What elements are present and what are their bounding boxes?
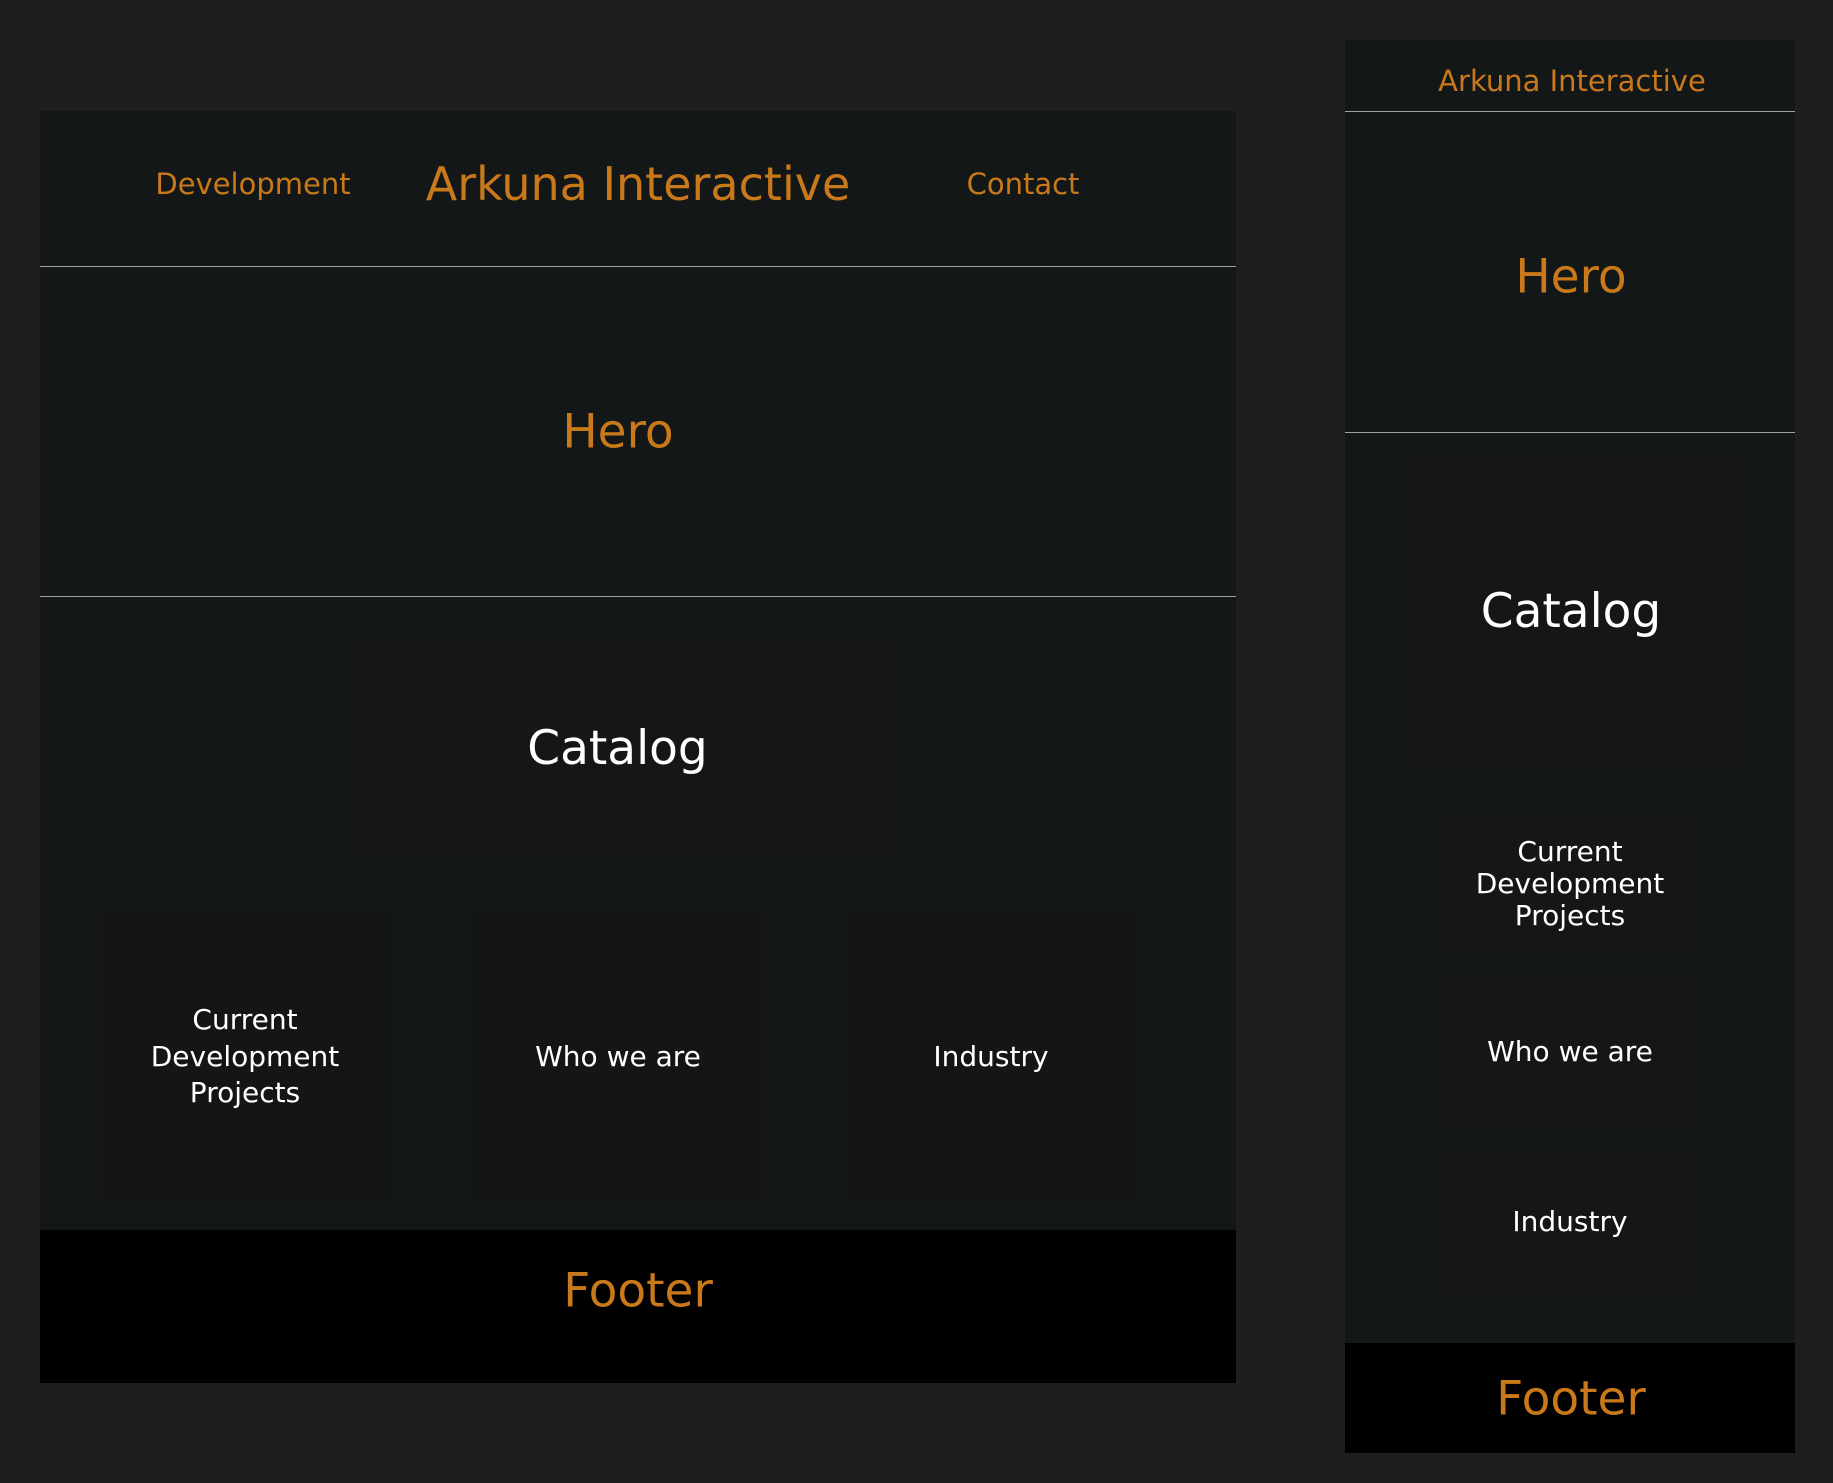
card-who-we-are[interactable]: Who we are	[473, 912, 763, 1202]
catalog-block[interactable]: Catalog	[345, 641, 890, 856]
footer-label: Footer	[563, 1263, 713, 1319]
hero-divider	[40, 596, 1236, 597]
nav-link-development[interactable]: Development	[155, 167, 350, 201]
card-who-we-are[interactable]: Who we are	[1442, 980, 1698, 1124]
brand-title[interactable]: Arkuna Interactive	[426, 157, 851, 211]
catalog-label: Catalog	[527, 721, 708, 776]
footer-label: Footer	[1496, 1371, 1646, 1427]
card-current-development-projects[interactable]: Current Development Projects	[1442, 815, 1698, 953]
footer-section: Footer	[1345, 1343, 1795, 1453]
brand-title[interactable]: Arkuna Interactive	[1438, 64, 1706, 98]
footer-section: Footer	[40, 1230, 1236, 1383]
mobile-frame: Arkuna Interactive Hero Catalog Current …	[1345, 40, 1795, 1453]
hero-label: Hero	[1515, 249, 1627, 305]
card-current-development-projects[interactable]: Current Development Projects	[100, 912, 390, 1202]
card-label: Who we are	[1487, 1034, 1653, 1068]
hero-label: Hero	[562, 404, 674, 460]
card-label: Industry	[933, 1039, 1049, 1073]
desktop-frame: Development Arkuna Interactive Contact H…	[40, 111, 1236, 1383]
nav-link-contact[interactable]: Contact	[967, 167, 1080, 201]
card-label: Industry	[1512, 1204, 1628, 1238]
card-label: Current Development Projects	[1475, 834, 1665, 933]
card-label: Current Development Projects	[150, 1003, 340, 1110]
desktop-header: Development Arkuna Interactive Contact	[40, 111, 1236, 267]
catalog-block[interactable]: Catalog	[1402, 454, 1740, 768]
design-canvas: Development Arkuna Interactive Contact H…	[0, 0, 1833, 1483]
catalog-label: Catalog	[1480, 583, 1662, 639]
hero-section: Hero	[40, 267, 1236, 597]
card-industry[interactable]: Industry	[846, 912, 1136, 1202]
hero-section: Hero	[1345, 112, 1795, 432]
card-industry[interactable]: Industry	[1442, 1150, 1698, 1294]
card-label: Who we are	[535, 1039, 701, 1073]
mobile-header: Arkuna Interactive	[1345, 40, 1795, 111]
hero-divider	[1345, 432, 1795, 433]
